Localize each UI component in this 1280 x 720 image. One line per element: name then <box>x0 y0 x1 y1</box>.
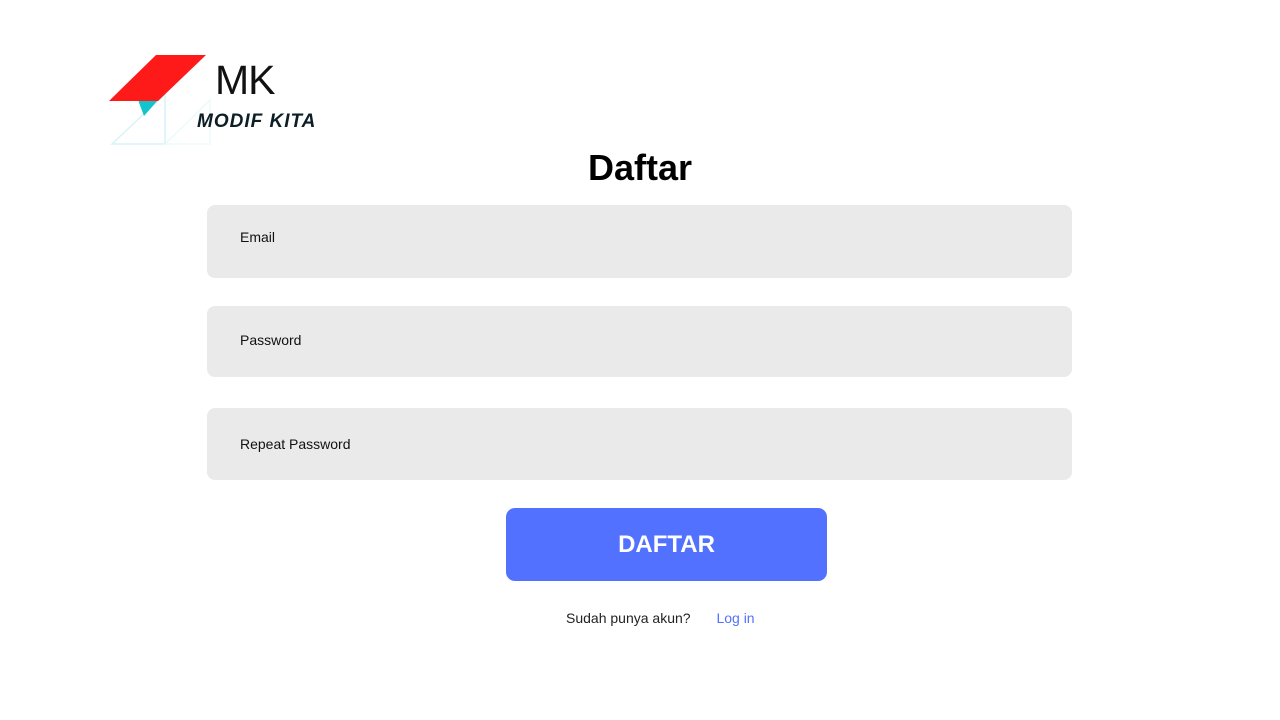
password-field-container <box>207 306 1072 377</box>
login-question-text: Sudah punya akun? <box>566 610 691 626</box>
logo-brand-name: MODIF KITA <box>197 111 317 132</box>
brand-logo: MK MODIF KITA <box>108 54 315 149</box>
register-page: MK MODIF KITA Daftar DAFTAR Sudah punya … <box>0 0 1280 720</box>
password-input[interactable] <box>207 306 1072 377</box>
repeat-password-field-container <box>207 408 1072 480</box>
logo-mk-text: MK <box>215 57 275 103</box>
email-input[interactable] <box>207 205 1072 278</box>
page-title: Daftar <box>587 147 693 188</box>
login-prompt: Sudah punya akun? Log in <box>566 608 755 628</box>
repeat-password-input[interactable] <box>207 408 1072 480</box>
logo-mark-icon <box>109 55 211 145</box>
login-link[interactable]: Log in <box>716 610 754 626</box>
email-field-container <box>207 205 1072 278</box>
register-button[interactable]: DAFTAR <box>506 508 827 581</box>
